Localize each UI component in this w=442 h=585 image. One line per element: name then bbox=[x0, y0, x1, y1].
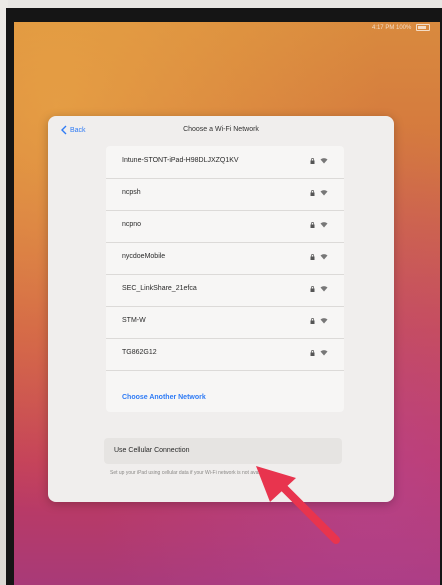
wifi-icon bbox=[320, 158, 328, 164]
cellular-label: Use Cellular Connection bbox=[114, 447, 190, 454]
nav-bar: Back Choose a Wi-Fi Network bbox=[48, 116, 394, 146]
lock-icon bbox=[310, 286, 315, 292]
status-text: 4:17 PM 100% bbox=[371, 25, 412, 32]
battery-icon bbox=[416, 24, 430, 31]
lock-icon bbox=[310, 190, 315, 196]
lock-icon bbox=[310, 254, 315, 260]
wifi-icon bbox=[320, 190, 328, 196]
network-row[interactable]: STM-W bbox=[106, 306, 344, 339]
wifi-icon bbox=[320, 222, 328, 228]
wifi-setup-sheet: Back Choose a Wi-Fi Network Intune-STONT… bbox=[48, 116, 394, 502]
wifi-icon bbox=[320, 350, 328, 356]
choose-another-network-button[interactable]: Choose Another Network bbox=[122, 394, 206, 401]
lock-icon bbox=[310, 222, 315, 228]
network-row[interactable]: ncpno bbox=[106, 210, 344, 243]
ipad-screen: 4:17 PM 100% Back Choose a Wi-Fi Network… bbox=[14, 22, 440, 585]
ipad-frame: 4:17 PM 100% Back Choose a Wi-Fi Network… bbox=[6, 8, 442, 585]
network-name: Intune-STONT-iPad-H98DLJXZQ1KV bbox=[122, 157, 239, 164]
network-name: ncpsh bbox=[122, 189, 141, 196]
network-name: nycdoeMobile bbox=[122, 253, 166, 260]
network-name: SEC_LinkShare_21efca bbox=[122, 285, 197, 292]
lock-icon bbox=[310, 158, 315, 164]
lock-icon bbox=[310, 350, 315, 356]
status-bar: 4:17 PM 100% bbox=[372, 24, 430, 34]
annotation-arrow-icon bbox=[256, 466, 340, 544]
network-name: STM-W bbox=[122, 317, 146, 324]
network-name: TG862G12 bbox=[122, 349, 157, 356]
wifi-icon bbox=[320, 318, 328, 324]
network-row[interactable]: nycdoeMobile bbox=[106, 242, 344, 275]
page-title: Choose a Wi-Fi Network bbox=[183, 126, 259, 133]
network-row[interactable]: SEC_LinkShare_21efca bbox=[106, 274, 344, 307]
lock-icon bbox=[310, 318, 315, 324]
network-name: ncpno bbox=[122, 221, 142, 228]
network-row[interactable]: ncpsh bbox=[106, 178, 344, 211]
network-row[interactable]: TG862G12 bbox=[106, 338, 344, 371]
network-list: Intune-STONT-iPad-H98DLJXZQ1KV ncpsh ncp… bbox=[106, 146, 344, 412]
wifi-icon bbox=[320, 254, 328, 260]
wifi-icon bbox=[320, 286, 328, 292]
network-row[interactable]: Intune-STONT-iPad-H98DLJXZQ1KV bbox=[106, 146, 344, 179]
